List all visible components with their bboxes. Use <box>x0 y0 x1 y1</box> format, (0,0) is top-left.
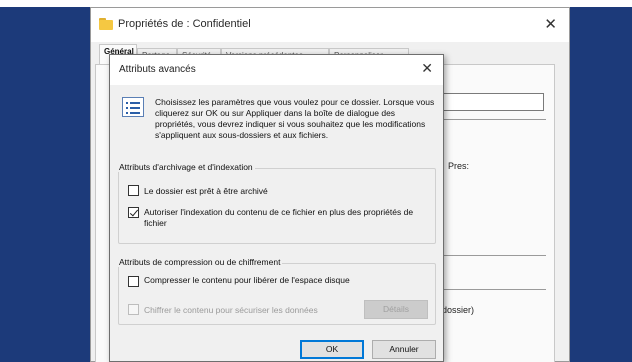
folder-icon <box>99 18 113 30</box>
folder-name-input[interactable] <box>436 93 544 111</box>
advanced-attributes-dialog: Attributs avancés ✕ Choisissez les param… <box>109 54 444 362</box>
dialog-description: Choisissez les paramètres que vous voule… <box>155 97 435 140</box>
dialog-titlebar: Attributs avancés ✕ <box>110 55 443 85</box>
ok-button[interactable]: OK <box>300 340 364 359</box>
encrypt-label: Chiffrer le contenu pour sécuriser les d… <box>144 305 318 315</box>
compress-label: Compresser le contenu pour libérer de l'… <box>144 275 350 285</box>
archive-index-group <box>118 168 436 244</box>
index-label: Autoriser l'indexation du contenu de ce … <box>144 207 414 228</box>
properties-title: Propriétés de : Confidentiel <box>118 18 251 30</box>
cancel-button[interactable]: Annuler <box>372 340 436 359</box>
divider <box>436 119 546 120</box>
properties-icon <box>122 97 144 117</box>
close-icon[interactable]: ✕ <box>544 15 557 33</box>
properties-titlebar: Propriétés de : Confidentiel ✕ <box>91 8 569 42</box>
desktop-background-right <box>570 7 632 362</box>
compress-checkbox[interactable] <box>128 276 139 287</box>
background-text: dossier) <box>442 305 475 315</box>
archive-label: Le dossier est prêt à être archivé <box>144 186 268 196</box>
close-icon[interactable]: ✕ <box>421 60 433 77</box>
details-button[interactable]: Détails <box>364 300 428 319</box>
archive-checkbox[interactable] <box>128 185 139 196</box>
background-text: Pres: <box>448 161 470 171</box>
archive-index-group-legend: Attributs d'archivage et d'indexation <box>117 162 255 172</box>
compress-encrypt-group-legend: Attributs de compression ou de chiffreme… <box>117 257 283 267</box>
divider <box>436 289 546 290</box>
desktop-background-top <box>0 0 632 7</box>
index-checkbox[interactable] <box>128 207 139 218</box>
encrypt-checkbox[interactable] <box>128 304 139 315</box>
divider <box>436 255 546 256</box>
dialog-title: Attributs avancés <box>119 64 196 75</box>
